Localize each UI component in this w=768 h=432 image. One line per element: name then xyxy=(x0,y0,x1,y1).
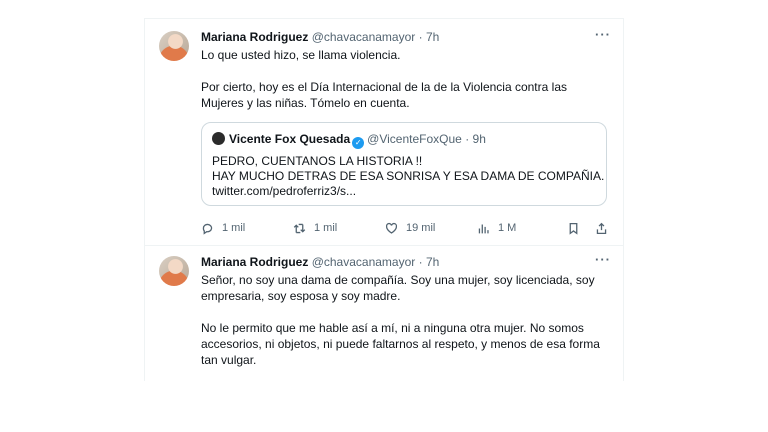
tweet-paragraph: Lo que usted hizo, se llama violencia. xyxy=(201,48,401,62)
quoted-author-handle: @VicenteFoxQue xyxy=(367,132,462,146)
bookmark-button[interactable] xyxy=(567,219,588,237)
quoted-link[interactable]: twitter.com/pedroferriz3/s... xyxy=(212,184,604,199)
tweet-actions: 1 mil 1 mil 19 mil 1 M xyxy=(201,219,611,237)
tweet-text: Señor, no soy una dama de compañía. Soy … xyxy=(201,272,611,368)
quoted-author-name: Vicente Fox Quesada xyxy=(229,132,351,146)
reply-count: 1 mil xyxy=(222,222,246,234)
quoted-avatar xyxy=(212,132,225,145)
views-button[interactable]: 1 M xyxy=(477,219,516,237)
author-name[interactable]: Mariana Rodriguez xyxy=(201,255,308,269)
verified-badge-icon: ✓ xyxy=(352,137,365,149)
timestamp[interactable]: 7h xyxy=(426,30,439,44)
author-handle[interactable]: @chavacanamayor xyxy=(312,30,416,44)
retweet-count: 1 mil xyxy=(314,222,338,234)
like-button[interactable]: 19 mil xyxy=(385,219,435,237)
tweet[interactable]: Mariana Rodriguez @chavacanamayor · 7h ·… xyxy=(145,246,623,381)
avatar[interactable] xyxy=(159,31,189,61)
like-count: 19 mil xyxy=(406,222,436,234)
views-count: 1 M xyxy=(498,222,517,234)
quoted-tweet-header: Vicente Fox Quesada ✓ @VicenteFoxQue · 9h xyxy=(212,132,486,149)
bookmark-icon xyxy=(569,222,578,235)
author-name[interactable]: Mariana Rodriguez xyxy=(201,30,308,44)
share-icon xyxy=(596,222,607,234)
heart-icon xyxy=(385,222,398,234)
quoted-line: HAY MUCHO DETRAS DE ESA SONRISA Y ESA DA… xyxy=(212,169,605,183)
tweet-paragraph: No le permito que me hable así a mí, ni … xyxy=(201,321,600,367)
quoted-line: PEDRO, CUENTANOS LA HISTORIA !! xyxy=(212,154,423,168)
tweet-text: Lo que usted hizo, se llama violencia. P… xyxy=(201,47,611,111)
tweet-header: Mariana Rodriguez @chavacanamayor · 7h xyxy=(201,30,439,45)
tweet-paragraph: Por cierto, hoy es el Día Internacional … xyxy=(201,80,567,110)
author-handle[interactable]: @chavacanamayor xyxy=(312,255,416,269)
quoted-tweet-text: PEDRO, CUENTANOS LA HISTORIA !! HAY MUCH… xyxy=(212,154,604,199)
timestamp[interactable]: 7h xyxy=(426,255,439,269)
share-button[interactable] xyxy=(595,219,616,237)
retweet-icon xyxy=(293,223,306,233)
reply-button[interactable]: 1 mil xyxy=(201,219,245,237)
avatar[interactable] xyxy=(159,256,189,286)
retweet-button[interactable]: 1 mil xyxy=(293,219,337,237)
separator: · xyxy=(465,132,470,146)
tweet-header: Mariana Rodriguez @chavacanamayor · 7h xyxy=(201,255,439,270)
separator: · xyxy=(418,255,423,269)
timeline: Mariana Rodriguez @chavacanamayor · 7h ·… xyxy=(144,18,624,381)
quoted-timestamp: 9h xyxy=(472,132,486,146)
tweet-paragraph: Señor, no soy una dama de compañía. Soy … xyxy=(201,273,595,303)
quoted-tweet[interactable]: Vicente Fox Quesada ✓ @VicenteFoxQue · 9h … xyxy=(201,122,607,206)
views-icon xyxy=(478,223,489,233)
reply-icon xyxy=(202,223,213,235)
more-options-icon[interactable]: ··· xyxy=(595,252,611,267)
more-options-icon[interactable]: ··· xyxy=(595,27,611,42)
separator: · xyxy=(418,30,423,44)
tweet[interactable]: Mariana Rodriguez @chavacanamayor · 7h ·… xyxy=(145,19,623,246)
